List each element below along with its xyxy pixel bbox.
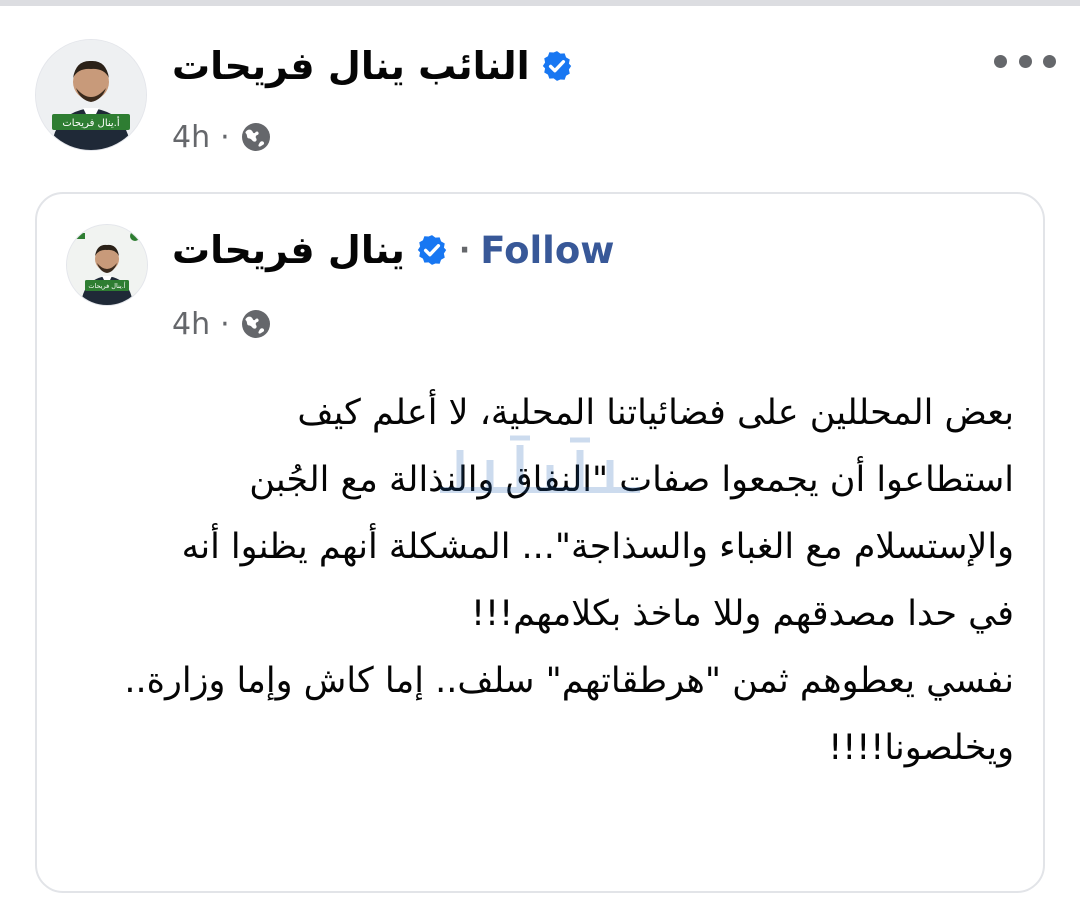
more-dot [1018,54,1032,68]
post-text-line: في حدا مصدقهم وللا ماخذ بكلامهم!!! [471,594,1014,634]
shared-author-photo: أ.ينال فريحات [67,225,147,305]
follow-separator: · [458,232,471,268]
post-text-line: نفسي يعطوهم ثمن "هرطقاتهم" سلف.. إما كاش… [124,661,1014,701]
outer-post-timestamp[interactable]: 4h [172,120,210,155]
more-options-button[interactable] [994,46,1056,76]
post-text-line: استطاعوا أن يجمعوا صفات "النفاق والنذالة… [249,460,1014,500]
avatar-badge-text: أ.ينال فريحات [62,116,119,129]
meta-separator: · [220,306,230,342]
shared-author-avatar[interactable]: أ.ينال فريحات [67,225,147,305]
globe-icon[interactable] [240,308,272,340]
meta-separator: · [220,119,230,155]
shared-author-row: ينال فريحات · Follow [172,225,614,275]
shared-avatar-badge-text: أ.ينال فريحات [88,281,125,290]
more-dot [1043,54,1056,68]
outer-post-meta: 4h · [172,115,272,159]
outer-author-row: النائب ينال فريحات [172,40,574,92]
verified-badge-icon [415,233,449,267]
post-text-line: بعض المحللين على فضائياتنا المحلية، لا أ… [297,393,1014,433]
globe-icon[interactable] [240,121,272,153]
shared-post-body: بعض المحللين على فضائياتنا المحلية، لا أ… [64,380,1014,782]
shared-author-name[interactable]: ينال فريحات [172,228,405,272]
shared-post-timestamp[interactable]: 4h [172,307,210,342]
author-photo: أ.ينال فريحات [36,40,146,150]
top-divider [0,0,1080,6]
outer-author-name[interactable]: النائب ينال فريحات [172,44,530,88]
post-text-line: والإستسلام مع الغباء والسذاجة"... المشكل… [181,527,1014,567]
follow-button[interactable]: Follow [480,229,614,272]
verified-badge-icon [540,49,574,83]
author-avatar[interactable]: أ.ينال فريحات [36,40,146,150]
post-text-line: ويخلصونا!!!! [828,728,1014,768]
more-dot [994,54,1007,68]
shared-post-meta: 4h · [172,302,272,346]
